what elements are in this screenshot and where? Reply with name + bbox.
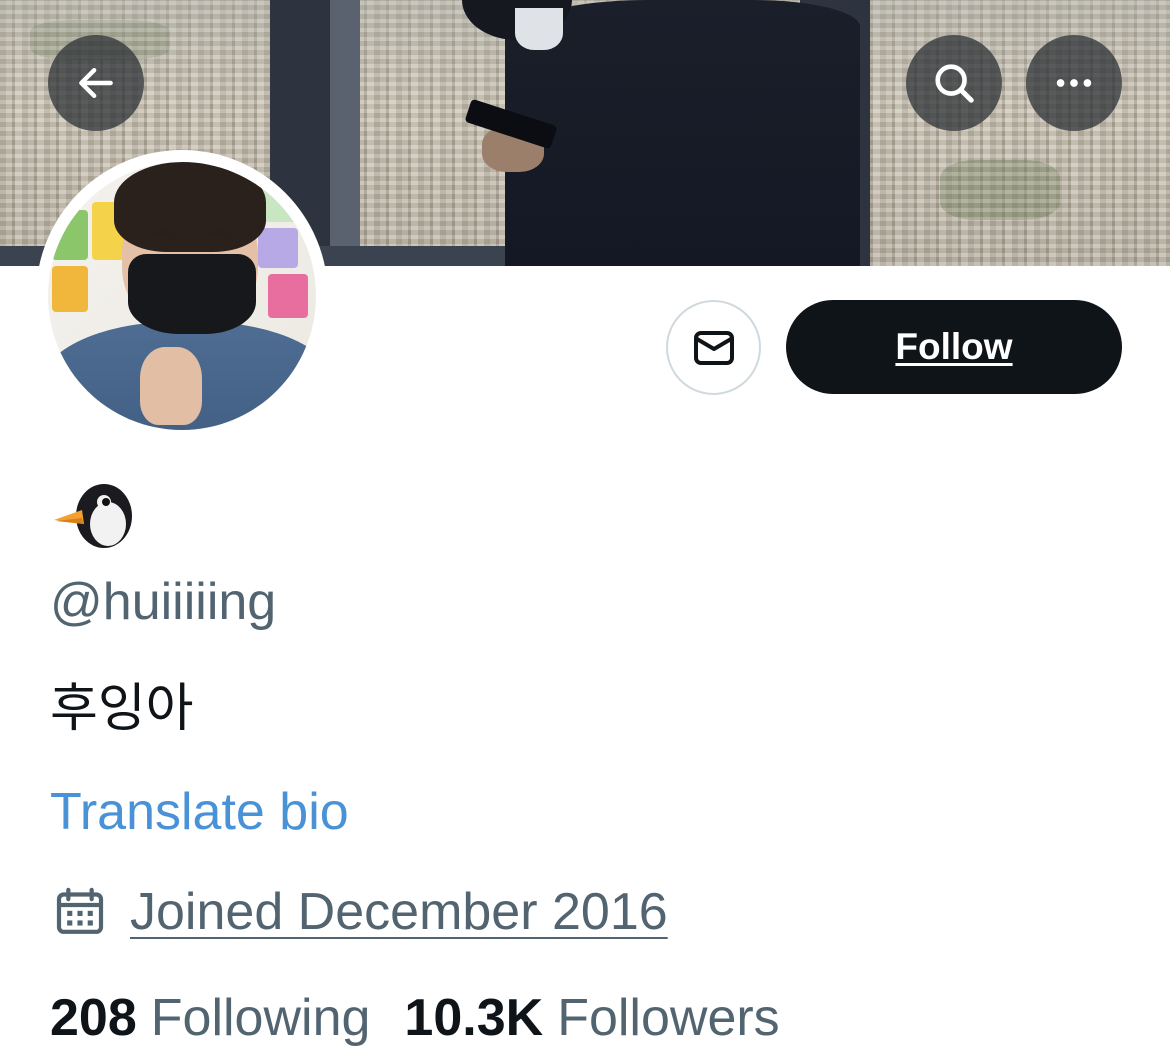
calendar-icon bbox=[56, 887, 104, 934]
avatar-photo bbox=[48, 162, 316, 430]
penguin-emoji-icon bbox=[54, 484, 132, 548]
search-icon bbox=[935, 64, 974, 103]
avatar-eye bbox=[208, 230, 228, 238]
avatar-bg-tile bbox=[258, 228, 298, 268]
followers-label[interactable]: Followers bbox=[557, 988, 780, 1048]
window-frame bbox=[330, 0, 360, 266]
follow-stats: 208 Following 10.3K Followers bbox=[50, 985, 780, 1051]
avatar-bg-tile bbox=[268, 274, 308, 318]
avatar-bg-tile bbox=[262, 182, 302, 222]
profile-handle: @huiiiiing bbox=[50, 573, 277, 631]
envelope-icon bbox=[693, 330, 734, 365]
banner-mask bbox=[515, 8, 563, 50]
profile-bio: 후잉아 bbox=[50, 679, 194, 739]
following-count[interactable]: 208 bbox=[50, 988, 137, 1048]
following-label[interactable]: Following bbox=[151, 988, 371, 1048]
more-button[interactable] bbox=[1026, 35, 1122, 131]
back-button[interactable] bbox=[48, 35, 144, 131]
search-button[interactable] bbox=[906, 35, 1002, 131]
avatar-eye bbox=[152, 230, 172, 238]
avatar-hair bbox=[114, 162, 266, 252]
followers-count[interactable]: 10.3K bbox=[404, 988, 543, 1048]
avatar-thumb bbox=[140, 347, 202, 425]
joined-date: Joined December 2016 bbox=[130, 883, 668, 941]
more-horizontal-icon bbox=[1056, 79, 1092, 87]
avatar[interactable] bbox=[36, 150, 328, 442]
avatar-mask bbox=[128, 254, 256, 334]
avatar-bg-tile bbox=[52, 210, 88, 260]
message-button[interactable] bbox=[666, 300, 761, 395]
follow-button[interactable]: Follow bbox=[786, 300, 1122, 394]
arrow-left-icon bbox=[79, 67, 113, 99]
avatar-bg-tile bbox=[52, 266, 88, 312]
profile-page: Follow @huiiiiing 후잉아 Translate bio Join… bbox=[0, 0, 1170, 1064]
translate-bio-link[interactable]: Translate bio bbox=[50, 780, 349, 844]
joined-date-row: Joined December 2016 bbox=[52, 880, 668, 944]
display-name bbox=[52, 480, 136, 550]
